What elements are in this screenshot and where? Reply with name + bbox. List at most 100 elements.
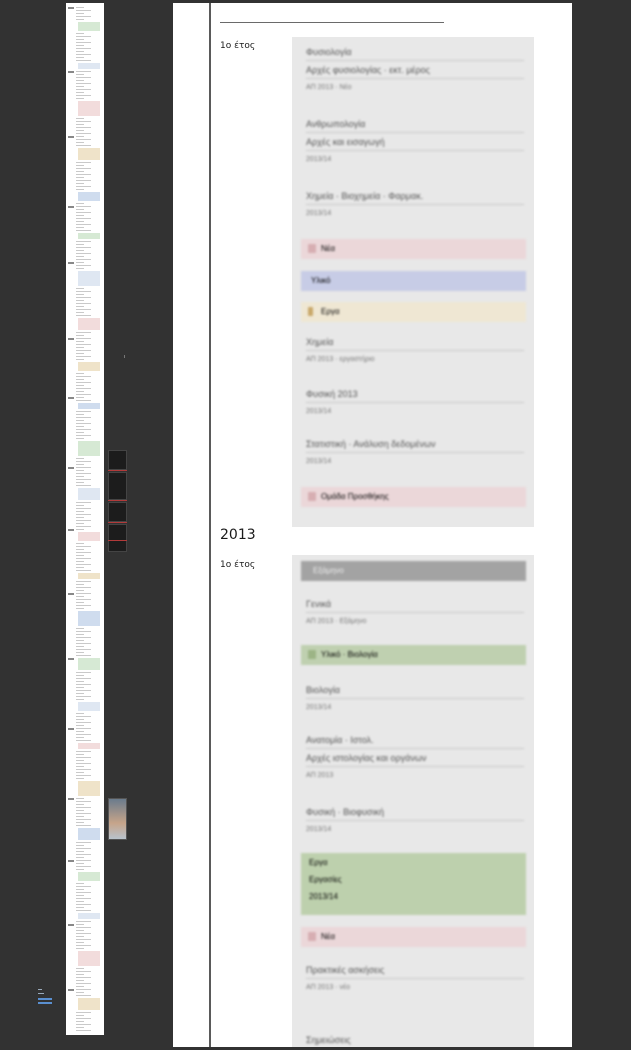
overview-line [76, 798, 84, 799]
preview-thumb[interactable] [108, 502, 127, 522]
overview-line [76, 587, 91, 588]
overview-line [76, 971, 91, 972]
overview-line [76, 760, 84, 761]
content-panel[interactable]: Εξάμηνο Γενικά ΑΠ 2013 · Εξάμηνο Υλικό ·… [292, 555, 534, 1047]
overview-line [76, 476, 84, 477]
tasks-block[interactable]: Εργα Εργασίες 2013/14 [301, 853, 526, 915]
material-band[interactable]: Υλικό [301, 271, 526, 291]
overview-line [76, 142, 84, 143]
list-item[interactable]: Ανθρωπολογία Αρχές και εισαγωγή 2013/14 [306, 119, 524, 163]
overview-line [76, 886, 91, 887]
overview-block [78, 951, 100, 966]
list-item[interactable]: Χημεία · Βιοχημεία · Φαρμακ. 2013/14 [306, 191, 524, 217]
overview-line [76, 757, 91, 758]
overview-line [76, 356, 91, 357]
overview-line [76, 124, 84, 125]
news-band[interactable]: Νέα [301, 239, 526, 259]
overview-line [76, 7, 84, 8]
overview-line [76, 423, 91, 424]
overview-block [78, 271, 100, 286]
overview-line [76, 262, 84, 263]
overview-line [76, 523, 84, 524]
overview-line [76, 816, 84, 817]
overview-line [76, 253, 91, 254]
overview-block [78, 872, 100, 881]
list-item[interactable]: Πρακτικές ασκήσεις ΑΠ 2013 · νέο [306, 965, 524, 991]
preview-thumb[interactable] [108, 472, 127, 500]
item-sub: ΑΠ 2013 · Νέο [306, 84, 352, 91]
overview-heading [68, 397, 74, 399]
overview-line [76, 678, 91, 679]
block-line: Εργασίες [309, 875, 342, 884]
overview-line [76, 851, 84, 852]
bookmark-icon [308, 307, 313, 316]
overview-line [76, 458, 84, 459]
overview-line [76, 209, 84, 210]
overview-line [76, 60, 91, 61]
list-item[interactable]: Φυσική · Βιοφυσική 2013/14 [306, 807, 524, 833]
overview-line [76, 889, 84, 890]
overview-line [76, 180, 91, 181]
overview-line [76, 306, 84, 307]
tasks-band[interactable]: Εργα [301, 302, 526, 322]
overview-line [76, 581, 91, 582]
overview-line [76, 121, 91, 122]
overview-line [76, 118, 84, 119]
news-band[interactable]: Νέα [301, 927, 526, 947]
overview-line [76, 989, 91, 990]
overview-line [76, 766, 84, 767]
overview-line [76, 754, 84, 755]
divider [306, 150, 524, 151]
overview-line [76, 511, 84, 512]
overview-line [76, 429, 91, 430]
overview-line [76, 294, 84, 295]
overview-line [76, 303, 91, 304]
overview-line [76, 414, 84, 415]
list-item[interactable]: Στατιστική · Ανάλυση δεδομένων 2013/14 [306, 439, 524, 465]
overview-line [76, 136, 84, 137]
overview-line [76, 1018, 91, 1019]
semester-header[interactable]: Εξάμηνο [301, 561, 526, 581]
list-item[interactable]: Φυσιολογία Αρχές φυσιολογίας · εκτ. μέρο… [306, 47, 524, 91]
preview-thumb[interactable] [108, 524, 127, 552]
more-icon[interactable] [110, 789, 124, 802]
overview-line [76, 734, 91, 735]
divider [220, 22, 444, 23]
scroll-indicator-icon[interactable] [36, 988, 54, 1006]
overview-line [76, 1015, 84, 1016]
overview-line [76, 505, 84, 506]
overview-line [76, 16, 91, 17]
overview-line [76, 297, 91, 298]
overview-line [76, 910, 91, 911]
list-item[interactable]: Ανατομία · Ιστολ. Αρχές ιστολογίας και ο… [306, 735, 524, 779]
material-band[interactable]: Υλικό · Βιολογία [301, 645, 526, 665]
overview-line [76, 526, 91, 527]
list-item[interactable]: Γενικά ΑΠ 2013 · Εξάμηνο [306, 599, 524, 625]
group-band[interactable]: Ομάδα Προσθήκης [301, 487, 526, 507]
image-thumb[interactable] [108, 798, 127, 840]
divider [306, 402, 524, 403]
overview-line [76, 74, 84, 75]
overview-line [76, 438, 84, 439]
margin-rule [209, 3, 211, 1047]
list-item[interactable]: Σημειώσεις [306, 1035, 524, 1045]
overview-line [76, 555, 84, 556]
document-page: 1ο έτος 2013 1ο έτος Φυσιολογία Αρχές φυ… [173, 3, 572, 1047]
item-sub: 2013/14 [306, 210, 332, 217]
list-item[interactable]: Φυσική 2013 2013/14 [306, 389, 524, 415]
overview-line [76, 39, 84, 40]
list-item[interactable]: Βιολογία 2013/14 [306, 685, 524, 711]
overview-line [76, 391, 84, 392]
overview-line [76, 189, 84, 190]
overview-line [76, 599, 91, 600]
divider [306, 204, 524, 205]
content-panel[interactable]: Φυσιολογία Αρχές φυσιολογίας · εκτ. μέρο… [292, 37, 534, 527]
list-item[interactable]: Χημεία ΑΠ 2013 · εργαστήριο [306, 337, 524, 363]
overview-line [76, 907, 84, 908]
overview-line [76, 763, 91, 764]
block-title: Εργα [309, 858, 328, 867]
overview-heading [68, 860, 74, 862]
preview-thumb[interactable] [108, 450, 127, 470]
page-overview[interactable] [66, 3, 104, 1035]
item-line: Αρχές και εισαγωγή [306, 137, 385, 147]
